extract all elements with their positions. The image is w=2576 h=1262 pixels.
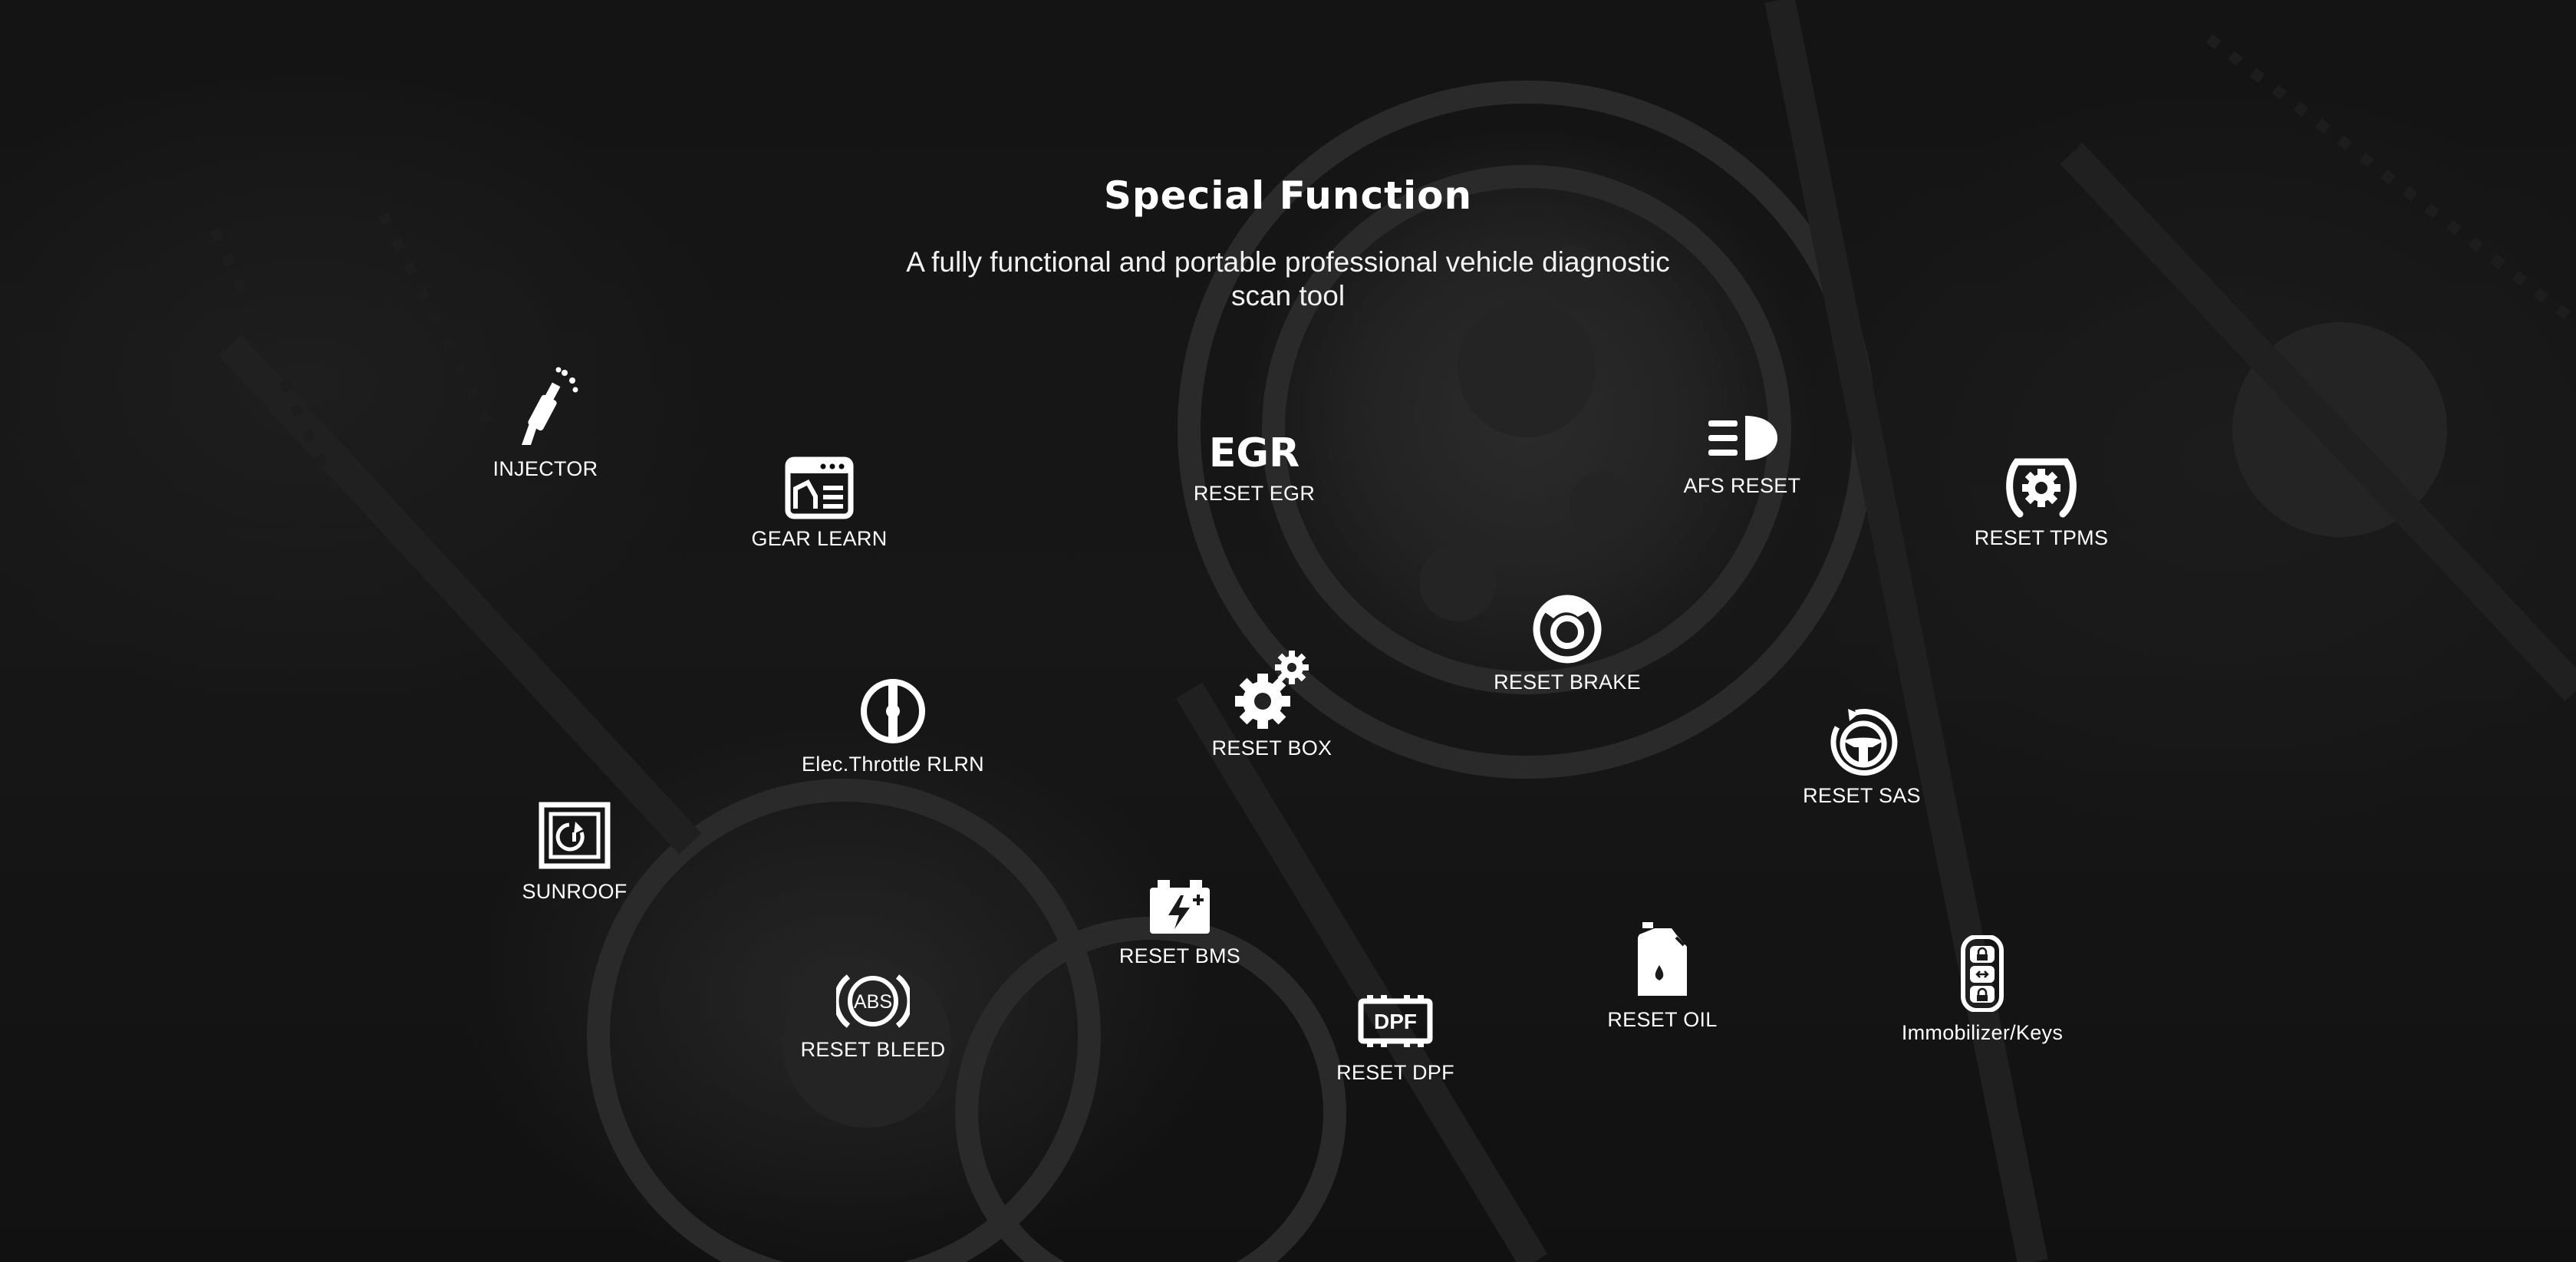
feature-reset-oil[interactable]: RESET OIL bbox=[1547, 921, 1777, 1032]
feature-label: SUNROOF bbox=[522, 880, 628, 903]
feature-label: RESET EGR bbox=[1193, 482, 1316, 505]
gear-learn-icon bbox=[785, 456, 854, 519]
dpf-icon-text: DPF bbox=[1374, 1010, 1417, 1033]
dpf-icon: DPF bbox=[1358, 995, 1433, 1047]
feature-label: RESET BMS bbox=[1118, 944, 1241, 967]
feature-afs-reset[interactable]: AFS RESET bbox=[1627, 413, 1857, 498]
throttle-icon bbox=[861, 679, 925, 743]
feature-label: GEAR LEARN bbox=[751, 527, 888, 550]
injector-icon bbox=[522, 367, 578, 445]
feature-gear-learn[interactable]: GEAR LEARN bbox=[704, 456, 934, 551]
headlight-icon bbox=[1708, 416, 1777, 460]
feature-reset-brake[interactable]: RESET BRAKE bbox=[1452, 594, 1682, 694]
brake-icon bbox=[1533, 595, 1602, 664]
feature-label: RESET OIL bbox=[1607, 1008, 1718, 1031]
feature-reset-sas[interactable]: RESET SAS bbox=[1747, 706, 1977, 808]
tpms-icon bbox=[2006, 458, 2077, 518]
abs-icon: ABS bbox=[836, 974, 910, 1028]
egr-icon: EGR bbox=[1208, 430, 1300, 476]
feature-elec-throttle[interactable]: Elec.Throttle RLRN bbox=[778, 677, 1008, 776]
oil-can-icon bbox=[1638, 922, 1687, 996]
feature-reset-bms[interactable]: RESET BMS bbox=[1065, 877, 1295, 968]
feature-label: RESET SAS bbox=[1803, 784, 1921, 807]
battery-icon bbox=[1150, 880, 1210, 934]
page-subtitle: A fully functional and portable professi… bbox=[906, 246, 1670, 311]
feature-label: Immobilizer/Keys bbox=[1901, 1021, 2064, 1044]
feature-reset-dpf[interactable]: DPF RESET DPF bbox=[1280, 993, 1510, 1085]
gears-icon bbox=[1235, 651, 1309, 729]
feature-label: Elec.Throttle RLRN bbox=[802, 753, 984, 776]
feature-label: RESET BOX bbox=[1211, 736, 1332, 760]
feature-label: INJECTOR bbox=[492, 457, 598, 480]
feature-reset-bleed[interactable]: ABS RESET BLEED bbox=[758, 969, 988, 1062]
feature-reset-tpms[interactable]: RESET TPMS bbox=[1926, 453, 2156, 550]
page-title: Special Function bbox=[1103, 173, 1473, 218]
key-fob-icon bbox=[1961, 935, 2004, 1012]
feature-label: RESET TPMS bbox=[1974, 526, 2109, 549]
feature-injector[interactable]: INJECTOR bbox=[430, 365, 660, 481]
feature-label: RESET DPF bbox=[1336, 1061, 1454, 1084]
abs-icon-text: ABS bbox=[854, 991, 892, 1013]
feature-immobilizer[interactable]: Immobilizer/Keys bbox=[1867, 935, 2097, 1045]
steering-wheel-icon bbox=[1830, 708, 1898, 776]
feature-label: RESET BRAKE bbox=[1494, 671, 1641, 694]
feature-sunroof[interactable]: SUNROOF bbox=[460, 802, 690, 904]
feature-label: RESET BLEED bbox=[800, 1038, 946, 1061]
sunroof-icon bbox=[539, 802, 611, 869]
feature-label: AFS RESET bbox=[1683, 474, 1801, 497]
feature-reset-box[interactable]: RESET BOX bbox=[1157, 646, 1387, 760]
feature-reset-egr[interactable]: EGR RESET EGR bbox=[1139, 430, 1369, 506]
